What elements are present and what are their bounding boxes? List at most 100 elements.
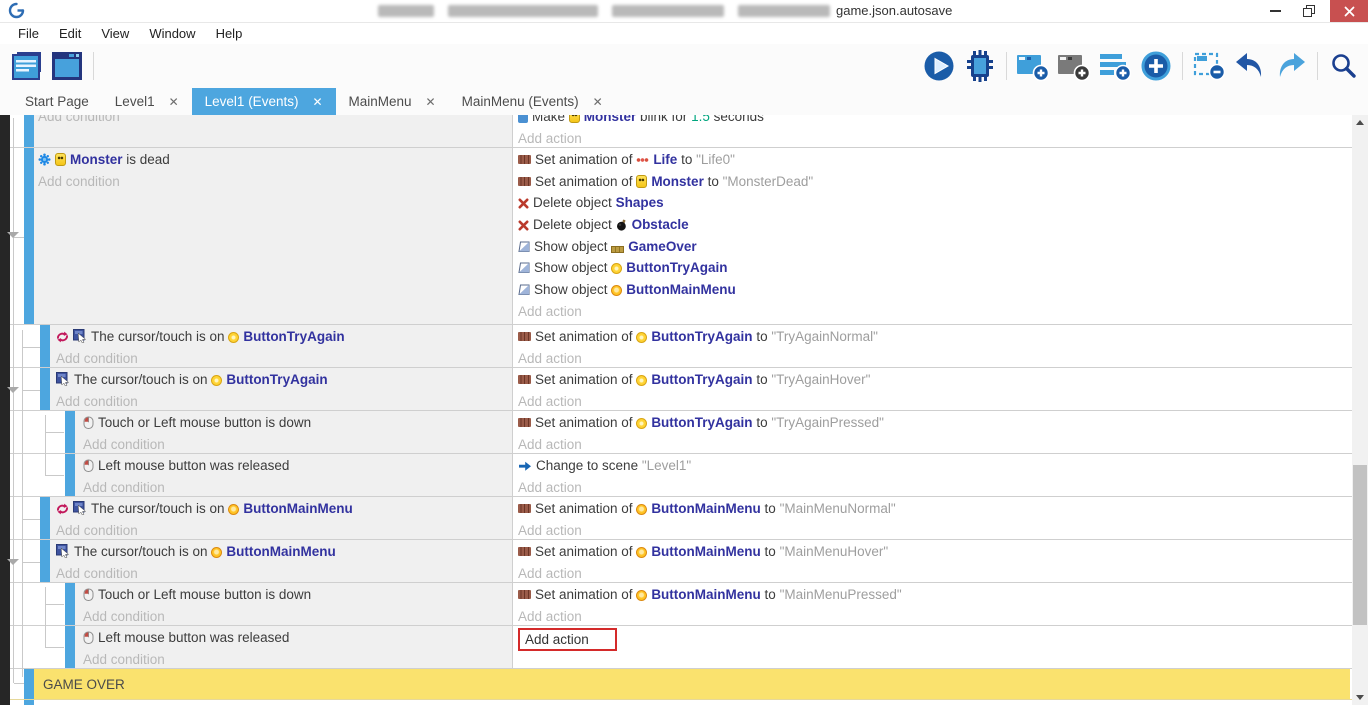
condition-line[interactable]: Left mouse button was released bbox=[83, 627, 289, 649]
add-condition-placeholder[interactable]: Add condition bbox=[56, 391, 328, 411]
condition-line[interactable]: Monster is dead bbox=[38, 149, 170, 171]
tab-start-page[interactable]: Start Page bbox=[12, 88, 102, 115]
param-segment: "Life0" bbox=[696, 152, 735, 167]
close-tab-icon[interactable]: ✕ bbox=[593, 95, 603, 109]
action-line[interactable]: Set animation of Monster to "MonsterDead… bbox=[518, 171, 1350, 193]
object-segment: ButtonTryAgain bbox=[651, 415, 752, 430]
add-condition-placeholder[interactable]: Add condition bbox=[83, 606, 311, 626]
coin-yellow-icon bbox=[636, 332, 647, 343]
add-action-placeholder[interactable]: Add action bbox=[518, 434, 1350, 454]
expander-icon[interactable] bbox=[7, 232, 19, 238]
action-line[interactable]: Show object ButtonMainMenu bbox=[518, 279, 1350, 301]
expander-icon[interactable] bbox=[7, 559, 19, 565]
minimize-button[interactable] bbox=[1258, 0, 1292, 22]
tab-level1[interactable]: Level1✕ bbox=[102, 88, 192, 115]
add-condition-placeholder[interactable]: Add condition bbox=[83, 649, 289, 669]
add-action-highlighted[interactable]: Add action bbox=[518, 627, 1350, 649]
close-tab-icon[interactable]: ✕ bbox=[169, 95, 179, 109]
add-condition-placeholder[interactable]: Add condition bbox=[83, 477, 289, 497]
text-segment: to bbox=[761, 587, 780, 602]
scrollbar-thumb[interactable] bbox=[1353, 465, 1367, 625]
object-segment: ButtonTryAgain bbox=[626, 260, 727, 275]
condition-line[interactable]: The cursor/touch is on ButtonMainMenu bbox=[56, 541, 336, 563]
action-line[interactable]: Delete object Obstacle bbox=[518, 214, 1350, 236]
action-line[interactable]: Set animation of ButtonTryAgain to "TryA… bbox=[518, 326, 1350, 348]
condition-line[interactable]: Touch or Left mouse button is down bbox=[83, 412, 311, 434]
highlight-red-box[interactable]: Add action bbox=[518, 628, 617, 651]
comment-block[interactable]: GAME OVER bbox=[34, 669, 1350, 699]
action-line[interactable]: Set animation of ButtonTryAgain to "TryA… bbox=[518, 412, 1350, 434]
add-action-placeholder[interactable]: Add action bbox=[518, 606, 1350, 626]
show-icon bbox=[518, 262, 530, 274]
tab-mainmenu[interactable]: MainMenu✕ bbox=[336, 88, 449, 115]
close-tab-icon[interactable]: ✕ bbox=[426, 95, 436, 109]
redo-icon[interactable] bbox=[1273, 50, 1309, 82]
event-color-bar bbox=[24, 115, 34, 147]
menu-view[interactable]: View bbox=[91, 23, 139, 44]
add-condition-placeholder[interactable]: Add condition bbox=[56, 563, 336, 583]
close-tab-icon[interactable]: ✕ bbox=[312, 95, 322, 109]
menu-edit[interactable]: Edit bbox=[49, 23, 91, 44]
project-manager-icon[interactable] bbox=[8, 50, 44, 82]
undo-icon[interactable] bbox=[1232, 50, 1268, 82]
menu-window[interactable]: Window bbox=[139, 23, 205, 44]
debug-icon[interactable] bbox=[962, 50, 998, 82]
condition-line[interactable]: Touch or Left mouse button is down bbox=[83, 584, 311, 606]
add-comment-icon[interactable] bbox=[1097, 50, 1133, 82]
remove-event-icon[interactable] bbox=[1191, 50, 1227, 82]
condition-line[interactable]: Left mouse button was released bbox=[83, 455, 289, 477]
add-action-placeholder[interactable]: Add action bbox=[518, 391, 1350, 411]
object-segment: ButtonMainMenu bbox=[626, 282, 735, 297]
add-circle-icon[interactable] bbox=[1138, 50, 1174, 82]
tab-level1-events[interactable]: Level1 (Events)✕ bbox=[192, 88, 336, 115]
add-action-placeholder[interactable]: Add action bbox=[518, 128, 1350, 148]
action-line[interactable]: Show object GameOver bbox=[518, 236, 1350, 258]
action-line[interactable]: Show object ButtonTryAgain bbox=[518, 257, 1350, 279]
action-line[interactable]: Set animation of ButtonTryAgain to "TryA… bbox=[518, 369, 1350, 391]
add-event-icon[interactable] bbox=[1015, 50, 1051, 82]
set-animation-icon bbox=[518, 504, 531, 513]
add-subevent-icon[interactable] bbox=[1056, 50, 1092, 82]
add-action-placeholder[interactable]: Add action bbox=[518, 477, 1350, 497]
action-line[interactable]: Change to scene "Level1" bbox=[518, 455, 1350, 477]
scroll-up-icon[interactable] bbox=[1356, 120, 1364, 125]
number-segment: 1.5 bbox=[691, 115, 710, 124]
action-line[interactable]: Set animation of ButtonMainMenu to "Main… bbox=[518, 498, 1350, 520]
text-segment: is dead bbox=[123, 152, 170, 167]
add-action-placeholder[interactable]: Add action bbox=[518, 301, 1350, 323]
param-segment: "Level1" bbox=[642, 458, 691, 473]
add-action-placeholder[interactable]: Add action bbox=[518, 348, 1350, 368]
add-condition-placeholder[interactable]: Add condition bbox=[83, 434, 311, 454]
condition-line[interactable]: The cursor/touch is on ButtonTryAgain bbox=[56, 369, 328, 391]
event-row: Add condition Make Monster blink for 1.5 … bbox=[10, 115, 1352, 148]
set-animation-icon bbox=[518, 177, 531, 186]
scroll-down-icon[interactable] bbox=[1356, 695, 1364, 700]
monster-icon bbox=[55, 153, 66, 166]
close-button[interactable] bbox=[1330, 0, 1368, 22]
restore-button[interactable] bbox=[1292, 0, 1326, 22]
show-icon bbox=[518, 284, 530, 296]
condition-line[interactable]: The cursor/touch is on ButtonTryAgain bbox=[56, 326, 345, 348]
expander-icon[interactable] bbox=[7, 387, 19, 393]
action-line[interactable]: Set animation of ButtonMainMenu to "Main… bbox=[518, 541, 1350, 563]
action-line[interactable]: Delete object Shapes bbox=[518, 192, 1350, 214]
menu-help[interactable]: Help bbox=[206, 23, 253, 44]
text-segment: Touch or Left mouse button is down bbox=[98, 415, 311, 430]
text-segment: blink for bbox=[636, 115, 691, 124]
add-action-placeholder[interactable]: Add action bbox=[518, 520, 1350, 540]
scene-editor-icon[interactable] bbox=[49, 50, 85, 82]
search-icon[interactable] bbox=[1326, 50, 1362, 82]
text-segment: Set animation of bbox=[535, 415, 636, 430]
play-icon[interactable] bbox=[921, 50, 957, 82]
add-condition-placeholder[interactable]: Add condition bbox=[56, 348, 345, 368]
add-condition-placeholder[interactable]: Add condition bbox=[56, 520, 353, 540]
add-condition-placeholder[interactable]: Add condition bbox=[38, 115, 120, 128]
menu-file[interactable]: File bbox=[8, 23, 49, 44]
action-line[interactable]: Set animation of ButtonMainMenu to "Main… bbox=[518, 584, 1350, 606]
tab-mainmenu-events[interactable]: MainMenu (Events)✕ bbox=[449, 88, 616, 115]
action-line[interactable]: Make Monster blink for 1.5 seconds bbox=[518, 115, 1350, 128]
action-line[interactable]: Set animation of Life to "Life0" bbox=[518, 149, 1350, 171]
condition-line[interactable]: The cursor/touch is on ButtonMainMenu bbox=[56, 498, 353, 520]
add-condition-placeholder[interactable]: Add condition bbox=[38, 171, 170, 193]
add-action-placeholder[interactable]: Add action bbox=[518, 563, 1350, 583]
